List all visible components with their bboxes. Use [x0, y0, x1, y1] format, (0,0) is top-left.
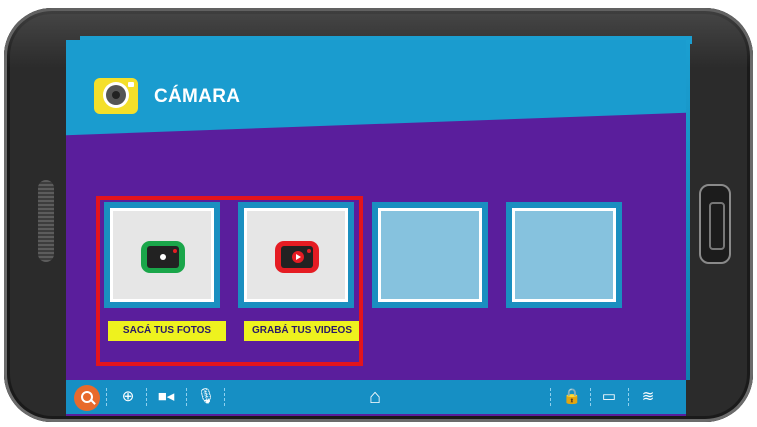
tile-inner: [378, 208, 482, 302]
camera-flash: [128, 82, 134, 87]
bottom-bar: ⊕ ■◂ 🎙 ⌂ 🔒 ▭ ≋: [66, 380, 686, 414]
globe-icon[interactable]: ⊕: [118, 387, 138, 407]
camera-lens: [106, 85, 126, 105]
separator: [224, 388, 226, 406]
camera-icon: [94, 78, 138, 114]
search-icon[interactable]: [74, 385, 100, 411]
battery-icon: ▭: [601, 388, 617, 405]
video-icon[interactable]: ■◂: [156, 387, 176, 407]
microphone-icon[interactable]: 🎙: [196, 387, 216, 407]
selection-highlight: [96, 196, 363, 366]
page-title: CÁMARA: [154, 86, 241, 107]
separator: [186, 388, 188, 406]
tablet-speaker: [38, 180, 54, 262]
separator: [146, 388, 148, 406]
tile-empty-1[interactable]: [372, 202, 488, 308]
separator: [550, 388, 552, 406]
tablet-home-button[interactable]: [699, 184, 731, 264]
tile-inner: [512, 208, 616, 302]
app-header: [66, 40, 686, 136]
separator: [106, 388, 108, 406]
wifi-icon: ≋: [641, 388, 655, 405]
lock-icon[interactable]: 🔒: [562, 387, 582, 407]
separator: [628, 388, 630, 406]
home-icon[interactable]: ⌂: [363, 387, 387, 407]
tile-empty-2[interactable]: [506, 202, 622, 308]
separator: [590, 388, 592, 406]
